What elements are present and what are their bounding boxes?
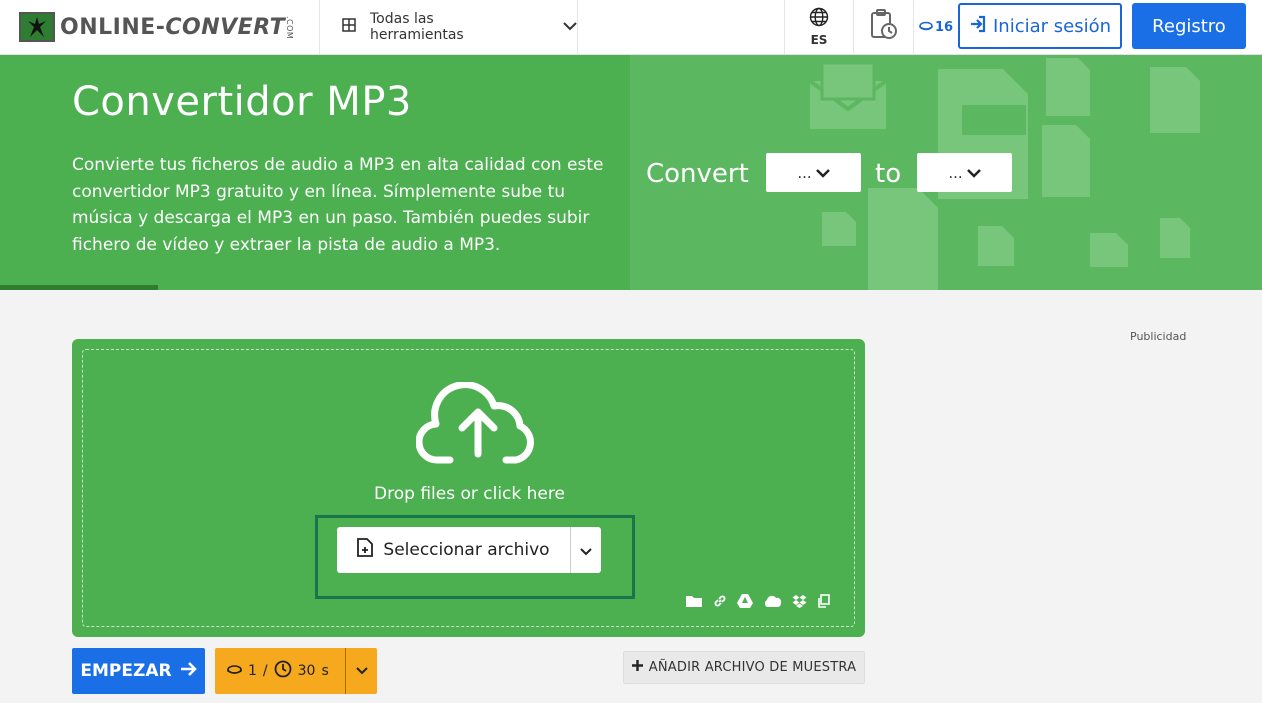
coin-icon <box>919 20 933 35</box>
file-add-icon <box>357 538 374 562</box>
cost-time: 30 <box>297 663 316 679</box>
all-tools-label: Todas las herramientas <box>370 11 464 43</box>
select-file-button[interactable]: Seleccionar archivo <box>337 527 570 573</box>
file-source-icons <box>686 594 830 608</box>
globe-icon <box>809 7 829 30</box>
onedrive-icon[interactable] <box>763 595 782 607</box>
drop-zone-border[interactable]: Drop files or click here Seleccionar arc… <box>82 349 855 627</box>
file-drop-zone[interactable]: Drop files or click here Seleccionar arc… <box>72 339 865 637</box>
arrow-right-icon <box>180 661 197 682</box>
target-format-value: ... <box>948 163 963 182</box>
advertisement-label: Publicidad <box>1130 330 1187 343</box>
xlsx-file-icon <box>1090 233 1128 267</box>
coin-icon <box>227 663 242 679</box>
credits-indicator[interactable]: 16 <box>914 0 958 54</box>
google-drive-icon[interactable] <box>737 594 753 608</box>
envelope-icon <box>808 61 888 129</box>
start-label: EMPEZAR <box>80 661 172 681</box>
folder-icon[interactable] <box>686 595 703 608</box>
add-sample-label: AÑADIR ARCHIVO DE MUESTRA <box>648 660 857 675</box>
paste-icon[interactable] <box>817 594 830 608</box>
chevron-down-icon <box>966 164 981 182</box>
conversion-history-button[interactable] <box>854 0 914 54</box>
page-description: Convierte tus ficheros de audio a MP3 en… <box>72 155 604 255</box>
sign-in-icon <box>969 15 987 38</box>
start-conversion-button[interactable]: EMPEZAR <box>72 648 205 694</box>
chevron-down-icon <box>580 541 592 560</box>
cost-separator: / <box>262 663 268 679</box>
chevron-down-icon <box>563 19 577 35</box>
top-navigation-bar: ONLINE-CONVERT.COM Todas las herramienta… <box>0 0 1262 55</box>
hero-accent-strip <box>0 285 158 290</box>
cost-time-unit: s <box>321 663 329 679</box>
to-label: to <box>875 159 902 189</box>
png-file-icon <box>822 212 856 246</box>
cloud-upload-icon <box>415 381 540 470</box>
clock-icon <box>274 660 292 682</box>
logo-text: ONLINE-CONVERT.COM <box>60 14 295 40</box>
conversion-cost-button[interactable]: 1 / 30 s <box>215 648 377 694</box>
credits-count: 16 <box>934 19 954 35</box>
chevron-down-icon <box>355 663 368 679</box>
pdf-file-icon <box>1042 125 1090 197</box>
source-format-value: ... <box>797 163 812 182</box>
site-logo[interactable]: ONLINE-CONVERT.COM <box>0 0 320 54</box>
dropbox-icon[interactable] <box>792 594 807 608</box>
cost-credits: 1 <box>248 663 257 679</box>
select-file-options-dropdown[interactable] <box>570 527 601 573</box>
logo-icon <box>19 12 55 42</box>
docx-file-icon <box>978 226 1014 266</box>
clipboard-clock-icon <box>869 9 899 45</box>
chevron-down-icon <box>815 164 830 182</box>
convert-label: Convert <box>646 159 749 189</box>
target-format-select[interactable]: ... <box>917 153 1012 192</box>
conversion-cost-dropdown[interactable] <box>345 648 377 694</box>
language-label: ES <box>810 33 828 47</box>
select-file-button-group: Seleccionar archivo <box>337 527 601 573</box>
hero-banner: Convertidor MP3 Convierte tus ficheros d… <box>0 55 1262 290</box>
conversion-cost-info: 1 / 30 s <box>215 660 345 682</box>
grid-icon <box>342 18 356 36</box>
register-label: Registro <box>1152 15 1226 37</box>
chart-document-icon <box>868 188 938 290</box>
image-file-icon <box>1046 58 1090 116</box>
add-sample-file-button[interactable]: AÑADIR ARCHIVO DE MUESTRA <box>623 651 865 684</box>
drop-files-text: Drop files or click here <box>374 484 565 504</box>
login-button[interactable]: Iniciar sesión <box>958 3 1122 49</box>
language-selector[interactable]: ES <box>784 0 854 54</box>
page-title: Convertidor MP3 <box>72 79 412 125</box>
register-button[interactable]: Registro <box>1132 3 1246 49</box>
link-icon[interactable] <box>713 594 727 608</box>
chart-file-icon <box>1150 67 1200 133</box>
plus-icon <box>631 660 643 675</box>
login-label: Iniciar sesión <box>992 15 1112 37</box>
source-format-select[interactable]: ... <box>766 153 861 192</box>
select-file-label: Seleccionar archivo <box>383 540 550 560</box>
font-file-icon <box>1160 218 1190 258</box>
all-tools-menu[interactable]: Todas las herramientas <box>320 0 578 54</box>
